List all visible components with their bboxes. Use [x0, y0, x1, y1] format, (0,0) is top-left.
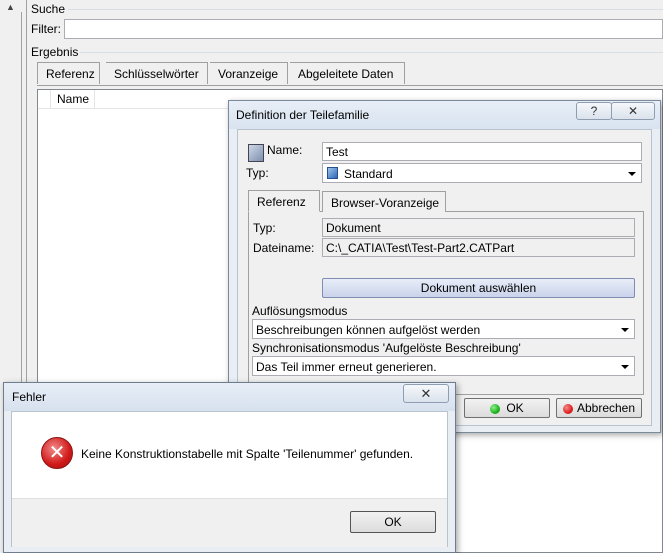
filename-field: C:\_CATIA\Test\Test-Part2.CATPart	[322, 238, 635, 257]
ok-button-label: OK	[506, 401, 524, 415]
resolution-mode-label: Auflösungsmodus	[252, 304, 348, 318]
type-label: Typ:	[246, 166, 269, 180]
error-icon: ✕	[41, 437, 73, 469]
filter-input[interactable]	[64, 19, 663, 39]
tab-schluesselwoerter[interactable]: Schlüsselwörter	[106, 62, 208, 84]
tab-voranzeige[interactable]: Voranzeige	[210, 62, 288, 84]
filename-label: Dateiname:	[253, 241, 315, 255]
error-message: Keine Konstruktionstabelle mit Spalte 'T…	[81, 447, 414, 461]
group-divider	[80, 52, 663, 53]
column-divider	[94, 90, 95, 108]
error-dialog: Fehler ✕ ✕ Keine Konstruktionstabelle mi…	[3, 382, 456, 553]
error-ok-button[interactable]: OK	[350, 511, 436, 533]
column-divider	[50, 90, 51, 108]
name-label: Name:	[267, 143, 303, 157]
standard-type-icon	[327, 167, 338, 179]
ref-type-field: Dokument	[322, 218, 635, 237]
green-dot-icon	[490, 403, 501, 414]
error-dialog-footer: OK	[12, 498, 447, 547]
sync-mode-dropdown[interactable]: Das Teil immer erneut generieren.	[252, 356, 635, 376]
resolution-mode-value: Beschreibungen können aufgelöst werden	[256, 323, 481, 337]
error-dialog-titlebar[interactable]: Fehler	[4, 383, 455, 411]
tab-referenz-inner[interactable]: Referenz	[248, 190, 320, 212]
group-divider	[68, 9, 663, 10]
type-dropdown[interactable]: Standard	[322, 163, 642, 183]
sync-mode-label: Synchronisationsmodus 'Aufgelöste Beschr…	[252, 341, 521, 355]
error-dialog-body: ✕ Keine Konstruktionstabelle mit Spalte …	[11, 411, 448, 547]
sync-mode-value: Das Teil immer erneut generieren.	[256, 360, 437, 374]
select-document-button[interactable]: Dokument auswählen	[322, 278, 635, 298]
chevron-down-icon[interactable]	[616, 321, 633, 337]
error-dialog-title: Fehler	[12, 390, 47, 404]
type-value: Standard	[344, 167, 393, 181]
part-family-icon	[248, 144, 264, 162]
red-dot-icon	[562, 403, 573, 414]
column-header-name[interactable]: Name	[57, 92, 89, 106]
close-button[interactable]: ✕	[611, 102, 655, 120]
filter-label: Filter:	[31, 22, 61, 36]
cancel-button[interactable]: Abbrechen	[556, 398, 642, 418]
chevron-down-icon[interactable]	[623, 165, 640, 181]
resolution-mode-dropdown[interactable]: Beschreibungen können aufgelöst werden	[252, 319, 635, 339]
name-input[interactable]	[322, 142, 642, 161]
tab-referenz[interactable]: Referenz	[37, 62, 100, 84]
ok-button[interactable]: OK	[464, 398, 550, 418]
ref-type-label: Typ:	[253, 221, 276, 235]
cancel-button-label: Abbrechen	[576, 401, 636, 415]
error-close-button[interactable]: ✕	[403, 384, 449, 403]
tab-browser-voranzeige[interactable]: Browser-Voranzeige	[322, 191, 446, 212]
search-group-label: Suche	[31, 2, 66, 16]
result-group-label: Ergebnis	[31, 45, 79, 59]
scroll-up-icon[interactable]: ▲	[6, 2, 15, 12]
chevron-down-icon[interactable]	[616, 358, 633, 374]
definition-dialog-title: Definition der Teilefamilie	[236, 108, 370, 122]
help-button[interactable]: ?	[576, 102, 612, 120]
tab-abgeleitete-daten[interactable]: Abgeleitete Daten	[290, 62, 405, 84]
